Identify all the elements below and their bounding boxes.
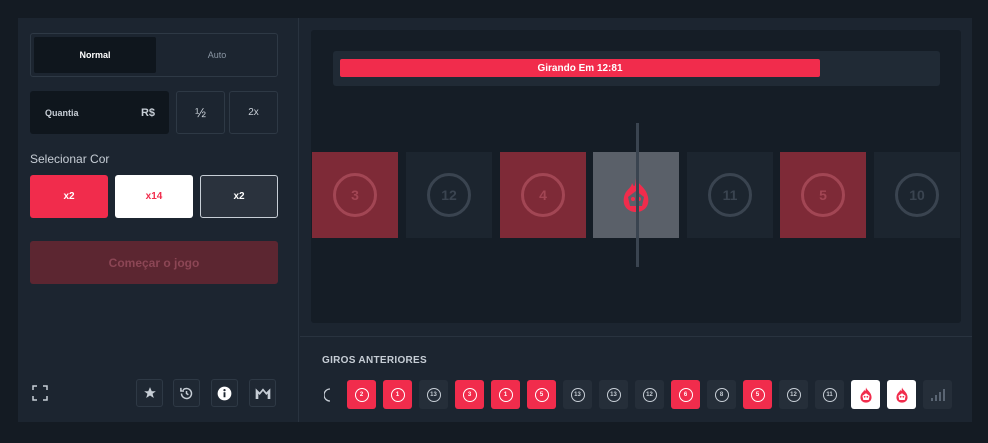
wheel-tile: 12 — [406, 152, 492, 238]
history-chip: 1 — [491, 380, 520, 409]
history-chip-number: 2 — [354, 387, 369, 402]
wheel-tile: 5 — [780, 152, 866, 238]
tile-number: 12 — [427, 173, 471, 217]
amount-input[interactable]: Quantia R$ — [30, 91, 169, 134]
history-chip-number: 12 — [642, 387, 657, 402]
tab-auto[interactable]: Auto — [160, 37, 274, 73]
history-chip: 13 — [599, 380, 628, 409]
color-black-button[interactable]: x2 — [200, 175, 278, 218]
history-chip: 11 — [815, 380, 844, 409]
history-chip: 8 — [707, 380, 736, 409]
game-panel: Normal Auto Quantia R$ ½ 2x Selecionar C… — [18, 18, 972, 422]
blaze-logo-icon — [895, 386, 908, 403]
info-icon[interactable] — [211, 379, 238, 407]
star-icon[interactable] — [136, 379, 163, 407]
history-chip: 3 — [455, 380, 484, 409]
color-white-button[interactable]: x14 — [115, 175, 193, 218]
timer-progress-bar: Girando Em 12:81 — [340, 59, 820, 77]
game-area: Girando Em 12:81 3 12 4 11 5 10 GIROS AN… — [300, 18, 972, 422]
history-chip: 5 — [527, 380, 556, 409]
history-chip-number: 12 — [786, 387, 801, 402]
tile-number: 3 — [333, 173, 377, 217]
history-chip: 13 — [419, 380, 448, 409]
tile-number: 5 — [801, 173, 845, 217]
history-chip-number: 13 — [606, 387, 621, 402]
roulette-wheel: Girando Em 12:81 3 12 4 11 5 10 — [311, 30, 961, 323]
history-chip — [887, 380, 916, 409]
history-chip-number: 5 — [750, 387, 765, 402]
history-stats-icon[interactable] — [923, 380, 952, 409]
history-chip: 5 — [743, 380, 772, 409]
history-chip-number: 13 — [570, 387, 585, 402]
start-game-button[interactable]: Começar o jogo — [30, 241, 278, 284]
history-chip-number: 1 — [390, 387, 405, 402]
history-chip-number: 6 — [678, 387, 693, 402]
history-chip-number: 8 — [714, 387, 729, 402]
fullscreen-icon[interactable] — [26, 379, 53, 407]
wheel-tile: 11 — [687, 152, 773, 238]
history-chip: 13 — [563, 380, 592, 409]
tile-number: 11 — [708, 173, 752, 217]
history-chip-number: 11 — [822, 387, 837, 402]
history-chip-number: 3 — [462, 387, 477, 402]
history-chip — [851, 380, 880, 409]
color-red-button[interactable]: x2 — [30, 175, 108, 218]
blaze-logo-icon — [859, 386, 872, 403]
amount-label: Quantia — [45, 107, 79, 118]
tile-number: 4 — [521, 173, 565, 217]
wheel-tile: 10 — [874, 152, 960, 238]
history-chip: 12 — [779, 380, 808, 409]
controls-panel: Normal Auto Quantia R$ ½ 2x Selecionar C… — [18, 18, 299, 422]
stats-icon[interactable] — [249, 379, 276, 407]
history-chip-number: 5 — [534, 387, 549, 402]
wheel-tile: 3 — [312, 152, 398, 238]
timer-box: Girando Em 12:81 — [333, 51, 940, 86]
divider — [300, 336, 972, 337]
select-color-label: Selecionar Cor — [30, 152, 110, 166]
history-chip: 6 — [671, 380, 700, 409]
history-chip: 1 — [383, 380, 412, 409]
wheel-tile: 4 — [500, 152, 586, 238]
double-button[interactable]: 2x — [229, 91, 278, 134]
history-chip: 2 — [347, 380, 376, 409]
history-title: GIROS ANTERIORES — [322, 355, 427, 366]
history-icon[interactable] — [173, 379, 200, 407]
wheel-pointer — [636, 123, 639, 267]
history-chip-number: 1 — [498, 387, 513, 402]
history-chip-partial — [321, 380, 335, 409]
half-button[interactable]: ½ — [176, 91, 225, 134]
history-chip: 12 — [635, 380, 664, 409]
tile-number: 10 — [895, 173, 939, 217]
tab-normal[interactable]: Normal — [34, 37, 156, 73]
currency-label: R$ — [140, 106, 155, 119]
mode-toggle: Normal Auto — [30, 33, 278, 77]
history-chip-number: 13 — [426, 387, 441, 402]
